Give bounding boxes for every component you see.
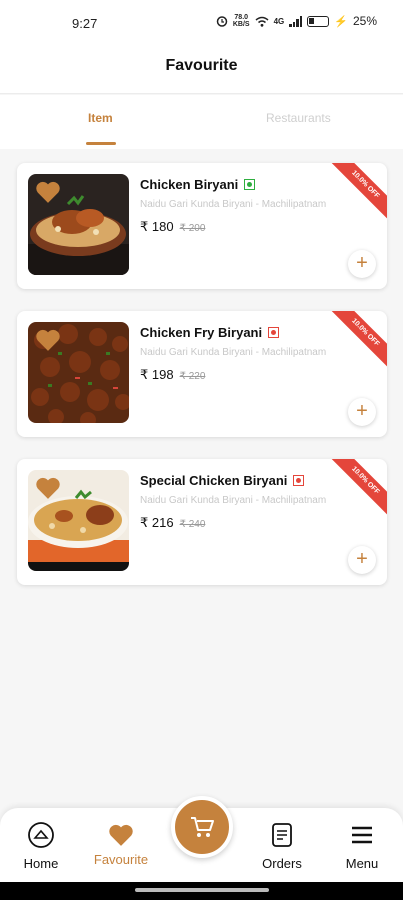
veg-icon: [244, 179, 256, 190]
item-name-row: Chicken Fry Biryani: [140, 325, 280, 340]
charging-icon: ⚡: [334, 15, 348, 28]
price-row: ₹ 198 ₹ 220: [140, 367, 205, 383]
orders-icon: [272, 823, 292, 847]
food-image: [28, 322, 129, 423]
nav-home-label: Home: [23, 856, 59, 871]
discount-ribbon: 10.0% OFF: [323, 459, 387, 523]
add-to-cart-button[interactable]: +: [348, 398, 376, 426]
original-price: ₹ 220: [179, 371, 206, 382]
item-name-row: Chicken Biryani: [140, 177, 256, 192]
heart-icon[interactable]: [35, 476, 61, 500]
heart-icon[interactable]: [35, 180, 61, 204]
net-speed: 78.0 KB/S: [232, 14, 250, 28]
discount-ribbon: 10.0% OFF: [323, 163, 387, 227]
status-icons: 78.0 KB/S 4G ⚡ 25%: [216, 14, 377, 28]
favourite-item-card[interactable]: Chicken Fry Biryani Naidu Gari Kunda Bir…: [17, 311, 387, 437]
tab-bar: Item Restaurants: [0, 95, 403, 149]
battery-icon: [307, 15, 330, 27]
item-name: Chicken Biryani: [140, 177, 239, 192]
nav-favourite[interactable]: Favourite: [86, 820, 156, 867]
item-name: Chicken Fry Biryani: [140, 325, 263, 340]
item-name-row: Special Chicken Biryani: [140, 473, 305, 488]
nav-menu[interactable]: Menu: [327, 820, 397, 871]
nav-home[interactable]: Home: [6, 820, 76, 871]
home-icon: [28, 822, 54, 848]
status-time: 9:27: [72, 16, 98, 31]
restaurant-name: Naidu Gari Kunda Biryani - Machilipatnam: [140, 347, 327, 358]
non-veg-icon: [293, 475, 305, 486]
cart-icon: [191, 817, 214, 837]
alarm-icon: [216, 16, 228, 27]
discount-label: 10.0% OFF: [325, 163, 387, 225]
app-header: Favourite: [0, 46, 403, 94]
active-tab-indicator: [86, 142, 116, 145]
original-price: ₹ 200: [179, 223, 206, 234]
tab-restaurants[interactable]: Restaurants: [266, 111, 331, 125]
gesture-handle[interactable]: [135, 888, 269, 892]
add-to-cart-button[interactable]: +: [348, 546, 376, 574]
nav-menu-label: Menu: [345, 856, 379, 871]
plus-icon: +: [356, 252, 368, 274]
add-to-cart-button[interactable]: +: [348, 250, 376, 278]
battery-level: 25%: [352, 14, 377, 28]
favourite-item-card[interactable]: Chicken Biryani Naidu Gari Kunda Biryani…: [17, 163, 387, 289]
wifi-icon: [255, 16, 269, 27]
discount-label: 10.0% OFF: [325, 459, 387, 521]
plus-icon: +: [356, 400, 368, 422]
heart-icon: [109, 824, 133, 846]
discount-ribbon: 10.0% OFF: [323, 311, 387, 375]
signal-icon: [289, 15, 303, 27]
nav-favourite-label: Favourite: [93, 852, 149, 867]
food-image: [28, 470, 129, 571]
restaurant-name: Naidu Gari Kunda Biryani - Machilipatnam: [140, 199, 327, 210]
hamburger-icon: [352, 826, 372, 844]
page-title: Favourite: [165, 57, 238, 74]
nav-orders[interactable]: Orders: [247, 820, 317, 871]
non-veg-icon: [268, 327, 280, 338]
price-row: ₹ 180 ₹ 200: [140, 219, 205, 235]
discount-label: 10.0% OFF: [325, 311, 387, 373]
item-price: ₹ 180: [140, 219, 174, 234]
item-name: Special Chicken Biryani: [140, 473, 288, 488]
system-nav-bar: [0, 882, 403, 900]
item-price: ₹ 198: [140, 367, 174, 382]
restaurant-name: Naidu Gari Kunda Biryani - Machilipatnam: [140, 495, 327, 506]
cart-button[interactable]: [171, 796, 233, 858]
heart-icon[interactable]: [35, 328, 61, 352]
network-type: 4G: [273, 16, 285, 26]
original-price: ₹ 240: [179, 519, 206, 530]
food-image: [28, 174, 129, 275]
item-price: ₹ 216: [140, 515, 174, 530]
nav-orders-label: Orders: [262, 856, 302, 871]
price-row: ₹ 216 ₹ 240: [140, 515, 205, 531]
favourite-item-card[interactable]: Special Chicken Biryani Naidu Gari Kunda…: [17, 459, 387, 585]
tab-item[interactable]: Item: [88, 111, 113, 125]
plus-icon: +: [356, 548, 368, 570]
status-bar: 9:27 78.0 KB/S 4G ⚡ 25%: [0, 0, 403, 46]
